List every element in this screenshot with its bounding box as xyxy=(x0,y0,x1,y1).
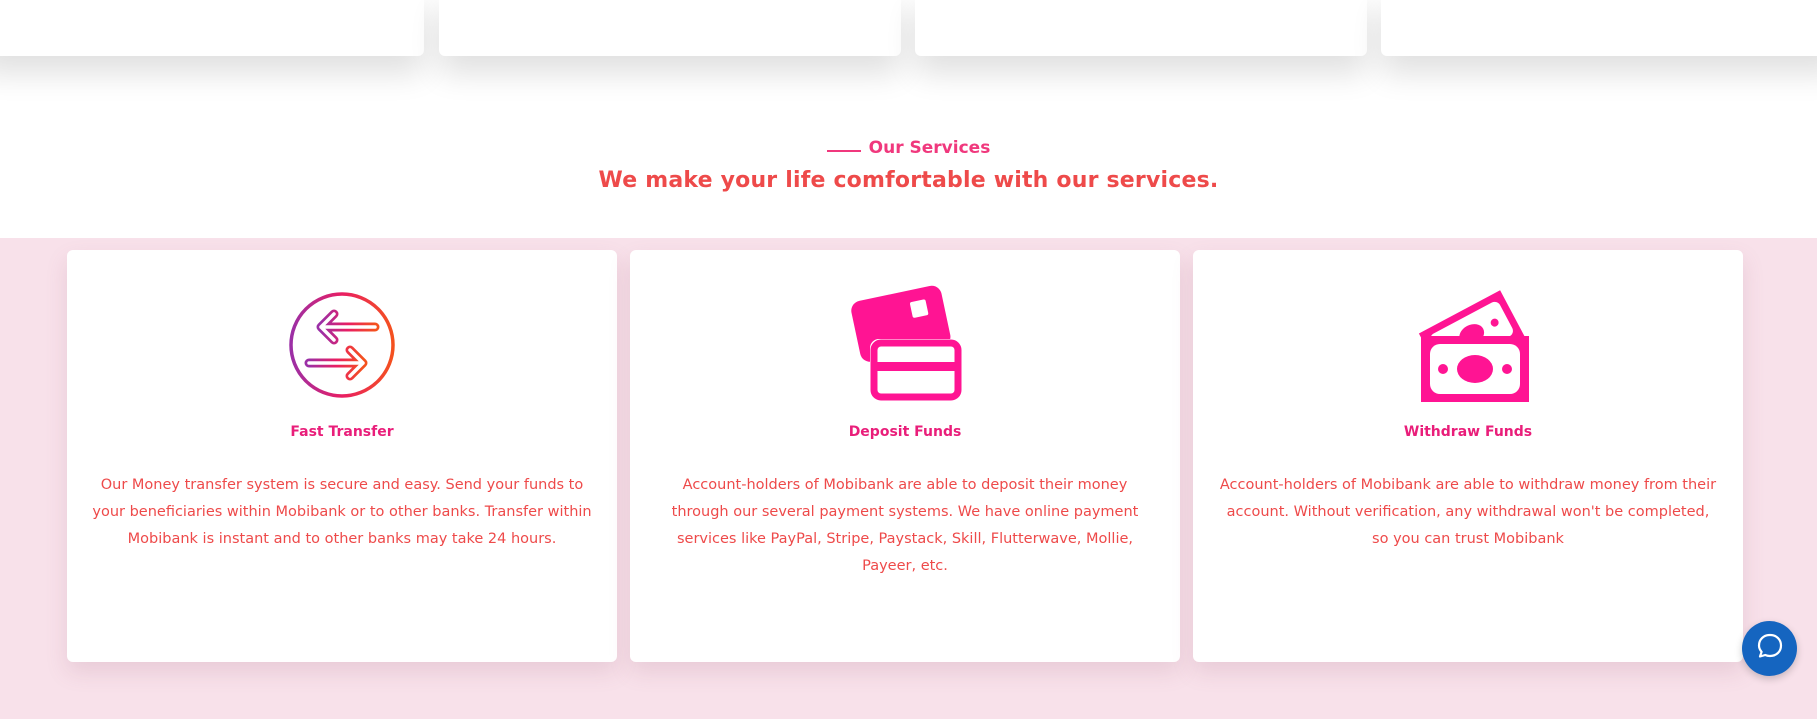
chat-bubble-icon xyxy=(1755,631,1785,666)
service-description: Account-holders of Mobibank are able to … xyxy=(1219,477,1717,547)
services-heading: Our Services We make your life comfortab… xyxy=(0,138,1817,193)
service-card-deposit-funds: Deposit Funds Account-holders of Mobiban… xyxy=(630,250,1180,662)
service-card-withdraw-funds: Withdraw Funds Account-holders of Mobiba… xyxy=(1193,250,1743,662)
service-title: Fast Transfer xyxy=(290,424,394,440)
chat-button[interactable] xyxy=(1742,621,1797,676)
section-headline: We make your life comfortable with our s… xyxy=(598,168,1219,193)
banknotes-icon xyxy=(1398,280,1538,410)
services-band: Fast Transfer Our Money transfer system … xyxy=(0,238,1817,719)
top-card xyxy=(439,0,901,56)
top-cards-row xyxy=(0,0,1817,110)
top-card xyxy=(1381,0,1817,56)
service-title: Withdraw Funds xyxy=(1403,424,1533,440)
top-card xyxy=(915,0,1367,56)
credit-cards-icon xyxy=(835,280,975,410)
eyebrow-line xyxy=(826,150,861,152)
service-description: Account-holders of Mobibank are able to … xyxy=(671,477,1139,574)
top-card xyxy=(0,0,424,56)
section-eyebrow: Our Services xyxy=(826,138,991,158)
service-title: Deposit Funds xyxy=(848,424,962,440)
service-card-fast-transfer: Fast Transfer Our Money transfer system … xyxy=(67,250,617,662)
eyebrow-label: Our Services xyxy=(868,138,991,158)
service-description: Our Money transfer system is secure and … xyxy=(92,477,592,547)
transfer-arrows-icon xyxy=(272,280,412,410)
